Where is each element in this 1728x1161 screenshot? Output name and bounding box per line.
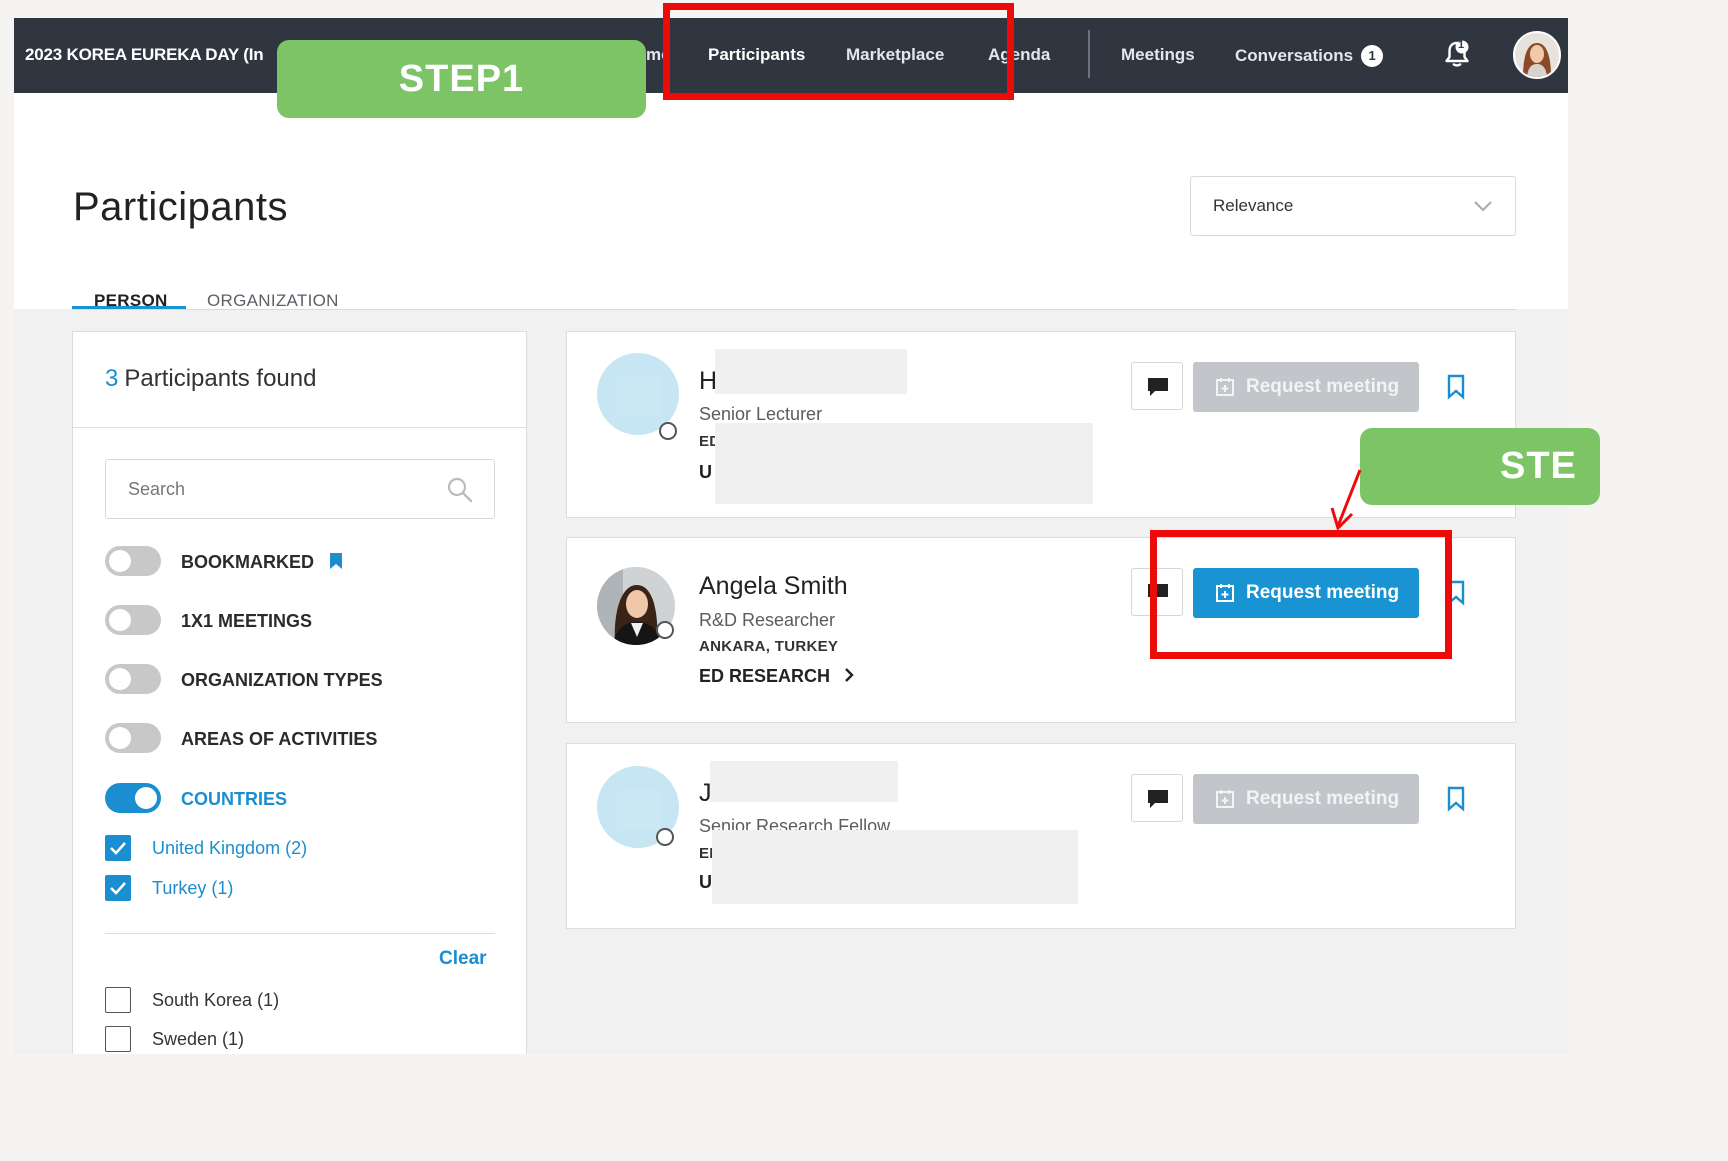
search-box — [105, 459, 495, 519]
country-checkbox-sweden[interactable]: Sweden (1) — [105, 1026, 505, 1052]
participant-organization-link[interactable]: ED RESEARCH — [699, 666, 855, 687]
toggle-switch[interactable] — [105, 723, 161, 753]
toggle-switch[interactable] — [105, 664, 161, 694]
step2-label: STE — [1360, 428, 1600, 505]
search-input[interactable] — [106, 460, 436, 518]
toggle-switch[interactable] — [105, 546, 161, 576]
filter-toggle-bookmarked[interactable]: BOOKMARKED — [105, 546, 505, 578]
filter-toggle-countries[interactable]: COUNTRIES — [105, 783, 505, 815]
nav-meetings[interactable]: Meetings — [1121, 45, 1195, 65]
page-header: Participants Relevance PERSON ORGANIZATI… — [14, 93, 1568, 311]
highlight-box-participants-nav — [663, 3, 1014, 100]
message-button[interactable] — [1131, 774, 1183, 822]
request-meeting-button[interactable]: Request meeting — [1193, 774, 1419, 824]
filter-divider — [73, 427, 526, 428]
notifications-button[interactable]: 1 — [1441, 38, 1473, 70]
country-label: South Korea (1) — [152, 990, 280, 1010]
country-label: Sweden (1) — [152, 1029, 245, 1049]
pointer-arrow-icon — [1330, 469, 1362, 531]
bookmark-icon[interactable] — [1445, 374, 1467, 400]
participant-card[interactable]: J Senior Research Fellow EI U Request me… — [566, 743, 1516, 929]
chat-bubble-icon — [1148, 790, 1168, 808]
toggle-switch[interactable] — [105, 605, 161, 635]
page-title: Participants — [73, 185, 288, 229]
participant-name[interactable]: Angela Smith — [699, 572, 848, 601]
filter-toggle-label: 1X1 MEETINGS — [181, 611, 313, 631]
toggle-knob — [109, 550, 131, 572]
checkmark-icon — [110, 882, 126, 895]
request-meeting-button[interactable]: Request meeting — [1193, 362, 1419, 412]
checkbox-checked[interactable] — [105, 875, 131, 901]
filter-toggle-organization-types[interactable]: ORGANIZATION TYPES — [105, 664, 505, 696]
redacted-name — [710, 761, 898, 802]
country-checkbox-turkey[interactable]: Turkey (1) — [105, 875, 505, 901]
step1-label: STEP1 — [277, 40, 646, 118]
nav-conversations[interactable]: Conversations 1 — [1235, 45, 1384, 67]
toggle-knob — [135, 787, 157, 809]
country-checkbox-south-korea[interactable]: South Korea (1) — [105, 987, 505, 1013]
toggle-switch[interactable] — [105, 783, 161, 813]
redacted-name — [715, 349, 907, 394]
step2-label-text: STE — [1500, 445, 1577, 487]
checkbox-checked[interactable] — [105, 835, 131, 861]
nav-separator — [1088, 30, 1090, 78]
checkbox-unchecked[interactable] — [105, 1026, 131, 1052]
results-count-label: Participants found — [124, 365, 317, 392]
participant-organization[interactable]: U — [699, 872, 712, 893]
countries-divider — [105, 933, 495, 934]
country-label: Turkey (1) — [152, 878, 234, 898]
conversations-badge: 1 — [1361, 45, 1384, 67]
calendar-add-icon — [1216, 378, 1234, 396]
highlight-box-request-meeting — [1150, 530, 1452, 659]
filter-toggle-label: BOOKMARKED — [181, 552, 343, 573]
filter-toggle-label: ORGANIZATION TYPES — [181, 670, 383, 690]
participant-location: ANKARA, TURKEY — [699, 638, 839, 655]
participant-organization[interactable]: U — [699, 462, 712, 483]
tab-organization[interactable]: ORGANIZATION — [207, 291, 339, 311]
nav-conversations-label: Conversations — [1235, 46, 1354, 65]
organization-name: ED RESEARCH — [699, 666, 831, 686]
bookmark-icon[interactable] — [1445, 786, 1467, 812]
user-avatar[interactable] — [1513, 31, 1561, 79]
chat-bubble-icon — [1148, 378, 1168, 396]
chevron-right-icon — [845, 668, 854, 682]
bell-icon — [1445, 40, 1469, 67]
checkbox-unchecked[interactable] — [105, 987, 131, 1013]
status-indicator — [656, 828, 674, 846]
country-label: United Kingdom (2) — [152, 838, 308, 858]
search-icon[interactable] — [446, 476, 474, 504]
filter-toggle-label: COUNTRIES — [181, 789, 288, 809]
bookmark-icon — [330, 553, 343, 569]
tab-divider — [72, 309, 1516, 310]
toggle-knob — [109, 727, 131, 749]
notifications-badge: 1 — [1458, 39, 1465, 51]
sort-dropdown[interactable]: Relevance — [1190, 176, 1516, 236]
status-indicator — [659, 422, 677, 440]
status-indicator — [656, 621, 674, 639]
participant-role: Senior Lecturer — [699, 404, 823, 424]
results-count: 3 Participants found — [105, 365, 316, 393]
filter-panel: 3Participants found BOOKMARKED 1X1 MEETI… — [72, 331, 527, 1054]
chevron-down-icon — [1474, 201, 1492, 212]
country-checkbox-united-kingdom[interactable]: United Kingdom (2) — [105, 835, 505, 861]
user-photo-icon — [1515, 33, 1559, 77]
checkmark-icon — [110, 842, 126, 855]
redacted-details — [712, 830, 1078, 904]
calendar-add-icon — [1216, 790, 1234, 808]
toggle-knob — [109, 609, 131, 631]
redacted-details — [715, 423, 1093, 504]
participant-role: R&D Researcher — [699, 610, 836, 630]
results-count-number: 3 — [105, 365, 119, 392]
event-title[interactable]: 2023 KOREA EUREKA DAY (In — [25, 45, 264, 65]
message-button[interactable] — [1131, 362, 1183, 410]
clear-filters-link[interactable]: Clear — [439, 948, 487, 970]
sort-dropdown-value: Relevance — [1213, 196, 1294, 215]
request-meeting-label: Request meeting — [1246, 788, 1400, 809]
request-meeting-label: Request meeting — [1246, 376, 1400, 397]
filter-toggle-1x1-meetings[interactable]: 1X1 MEETINGS — [105, 605, 505, 637]
filter-toggle-label: AREAS OF ACTIVITIES — [181, 729, 378, 749]
filter-toggle-areas-of-activities[interactable]: AREAS OF ACTIVITIES — [105, 723, 505, 755]
toggle-knob — [109, 668, 131, 690]
bookmarked-label: BOOKMARKED — [181, 552, 314, 572]
